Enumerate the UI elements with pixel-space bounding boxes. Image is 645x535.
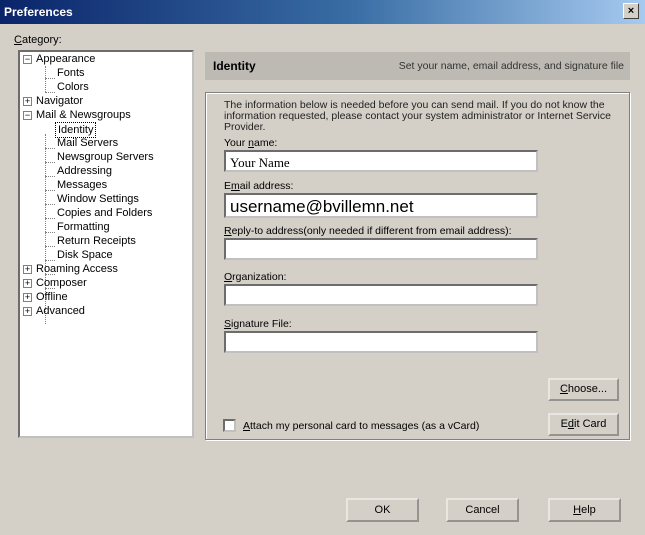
- category-tree[interactable]: − Appearance Fonts Colors + Navigator − …: [18, 50, 194, 438]
- panel-title: Identity: [213, 59, 256, 73]
- tree-item-newsgroup-servers[interactable]: Newsgroup Servers: [57, 150, 154, 164]
- tree-item-mail-newsgroups[interactable]: Mail & Newsgroups: [36, 108, 131, 122]
- reply-to-label: Reply-to address(only needed if differen…: [224, 225, 512, 237]
- tree-connector: [45, 78, 55, 79]
- vcard-checkbox[interactable]: [223, 419, 236, 432]
- vcard-label: Attach my personal card to messages (as …: [243, 420, 480, 432]
- email-label: Email address:: [224, 180, 294, 192]
- tree-item-copies-folders[interactable]: Copies and Folders: [57, 206, 152, 220]
- tree-connector: [45, 260, 55, 261]
- collapse-icon[interactable]: −: [23, 111, 32, 120]
- panel-header: Identity Set your name, email address, a…: [205, 52, 630, 80]
- tree-item-navigator[interactable]: Navigator: [36, 94, 83, 108]
- tree-item-window-settings[interactable]: Window Settings: [57, 192, 139, 206]
- tree-connector: [45, 92, 55, 93]
- tree-connector: [45, 176, 55, 177]
- tree-item-composer[interactable]: Composer: [36, 276, 87, 290]
- name-field[interactable]: Your Name: [224, 150, 538, 172]
- expand-icon[interactable]: +: [23, 293, 32, 302]
- reply-to-field[interactable]: [224, 238, 538, 260]
- tree-connector: [45, 162, 55, 163]
- help-button[interactable]: Help: [548, 498, 621, 522]
- tree-item-mail-servers[interactable]: Mail Servers: [57, 136, 118, 150]
- name-label: Your name:: [224, 137, 278, 149]
- cancel-button[interactable]: Cancel: [446, 498, 519, 522]
- organization-field[interactable]: [224, 284, 538, 306]
- tree-connector: [45, 218, 55, 219]
- expand-icon[interactable]: +: [23, 279, 32, 288]
- tree-connector: [45, 246, 55, 247]
- tree-connector: [45, 204, 55, 205]
- expand-icon[interactable]: +: [23, 97, 32, 106]
- tree-connector: [45, 190, 55, 191]
- tree-connector: [45, 232, 55, 233]
- category-label: Category:: [14, 34, 62, 46]
- tree-item-return-receipts[interactable]: Return Receipts: [57, 234, 136, 248]
- signature-label: Signature File:: [224, 318, 292, 330]
- tree-item-colors[interactable]: Colors: [57, 80, 89, 94]
- tree-item-messages[interactable]: Messages: [57, 178, 107, 192]
- tree-item-appearance[interactable]: Appearance: [36, 52, 95, 66]
- tree-item-advanced[interactable]: Advanced: [36, 304, 85, 318]
- tree-item-addressing[interactable]: Addressing: [57, 164, 112, 178]
- signature-field[interactable]: [224, 331, 538, 353]
- choose-button[interactable]: Choose...: [548, 378, 619, 401]
- ok-button[interactable]: OK: [346, 498, 419, 522]
- tree-item-disk-space[interactable]: Disk Space: [57, 248, 113, 262]
- info-text: The information below is needed before y…: [224, 99, 611, 133]
- close-button[interactable]: ×: [623, 3, 639, 19]
- organization-label: Organization:: [224, 271, 287, 283]
- tree-item-fonts[interactable]: Fonts: [57, 66, 85, 80]
- tree-connector: [45, 148, 55, 149]
- collapse-icon[interactable]: −: [23, 55, 32, 64]
- window-title: Preferences: [4, 5, 73, 19]
- title-bar: Preferences ×: [0, 0, 645, 24]
- expand-icon[interactable]: +: [23, 307, 32, 316]
- tree-item-roaming-access[interactable]: Roaming Access: [36, 262, 118, 276]
- tree-connector: [45, 66, 46, 92]
- close-icon: ×: [627, 5, 635, 17]
- email-field[interactable]: username@bvillemn.net: [224, 193, 538, 218]
- tree-item-formatting[interactable]: Formatting: [57, 220, 110, 234]
- tree-item-offline[interactable]: Offline: [36, 290, 68, 304]
- edit-card-button[interactable]: Edit Card: [548, 413, 619, 436]
- expand-icon[interactable]: +: [23, 265, 32, 274]
- panel-description: Set your name, email address, and signat…: [398, 60, 624, 72]
